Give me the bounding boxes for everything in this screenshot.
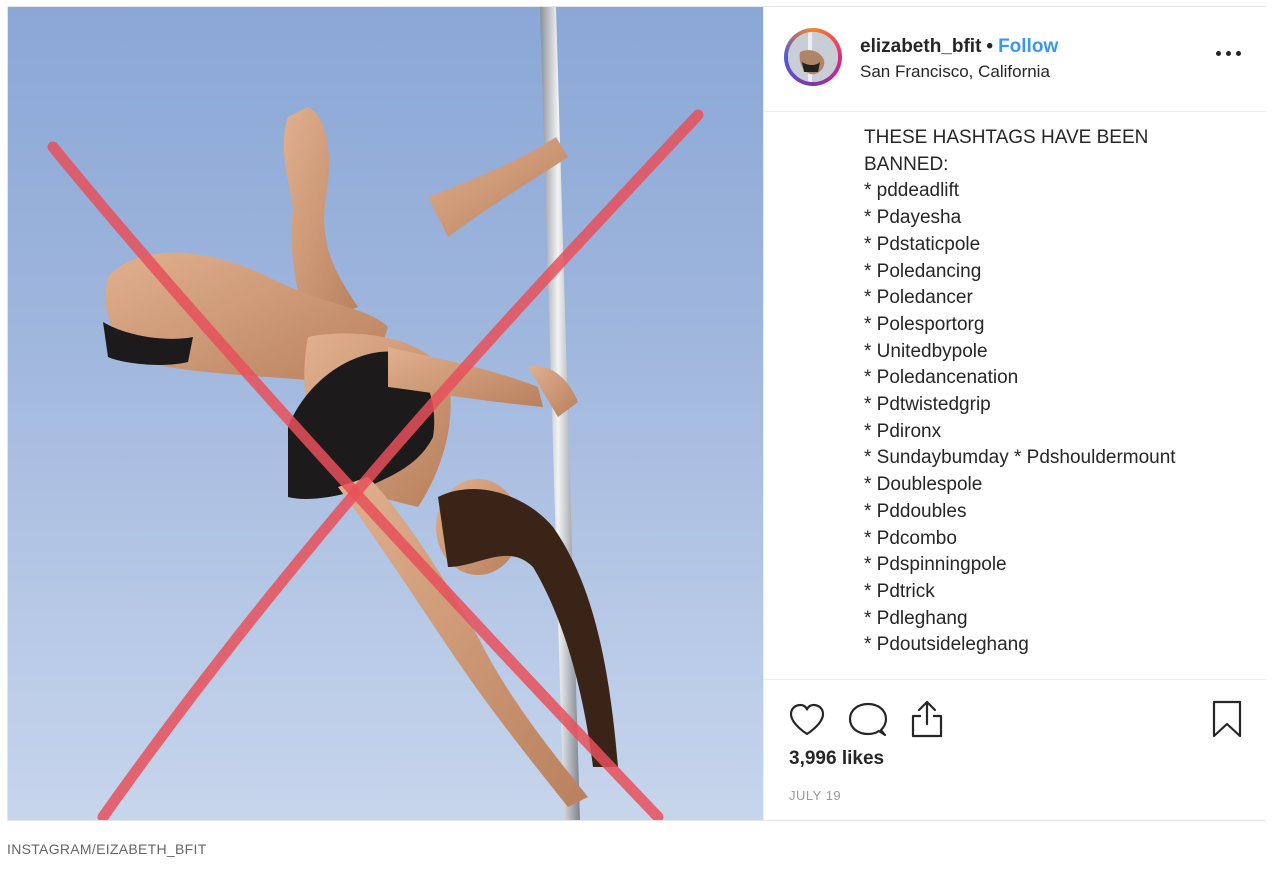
post-sidebar: elizabeth_bfit • Follow San Francisco, Cal…: [763, 7, 1266, 820]
username[interactable]: elizabeth_bfit: [860, 36, 981, 57]
comment-icon[interactable]: [848, 702, 888, 738]
caption-line: * Doublespole: [864, 474, 983, 496]
caption-line: * Poledancing: [864, 260, 982, 282]
separator-dot: •: [986, 36, 994, 57]
caption-line: * Pdcombo: [864, 527, 957, 549]
caption-line: * Poledancer: [864, 287, 973, 309]
photo-credit: INSTAGRAM/EIZABETH_BFIT: [7, 841, 207, 857]
instagram-post: elizabeth_bfit • Follow San Francisco, Cal…: [7, 6, 1266, 821]
post-caption: THESE HASHTAGS HAVE BEEN BANNED: * pddeadl…: [864, 125, 1254, 659]
caption-line: * Poledancenation: [864, 367, 1019, 389]
caption-line: * Pdspinningpole: [864, 554, 1007, 576]
post-header: elizabeth_bfit • Follow San Francisco, Cal…: [764, 7, 1266, 112]
avatar-story-ring[interactable]: [784, 28, 842, 86]
post-photo: [8, 7, 763, 820]
location[interactable]: San Francisco, California: [860, 62, 1050, 82]
post-date[interactable]: JULY 19: [789, 788, 841, 803]
caption-line: * Pdtrick: [864, 580, 935, 602]
caption-line: * Pdoutsideleghang: [864, 634, 1029, 656]
caption-line: * Sundaybumday * Pdshouldermount: [864, 447, 1176, 469]
avatar-icon: [788, 32, 838, 82]
post-user-line: elizabeth_bfit • Follow: [860, 36, 1058, 58]
caption-line: * Polesportorg: [864, 313, 985, 335]
caption-line: * Pdleghang: [864, 607, 968, 629]
heart-icon[interactable]: [788, 703, 826, 737]
caption-line: * Pdstaticpole: [864, 233, 981, 255]
more-options-icon[interactable]: [1214, 43, 1244, 63]
caption-line: * Unitedbypole: [864, 340, 988, 362]
likes-count[interactable]: 3,996 likes: [789, 748, 884, 770]
share-icon[interactable]: [909, 700, 945, 738]
post-actions: 3,996 likes JULY 19: [764, 679, 1266, 821]
caption-line: * Pdayesha: [864, 207, 962, 229]
caption-line: * Pddoubles: [864, 500, 967, 522]
caption-line: * Pdironx: [864, 420, 942, 442]
bookmark-icon[interactable]: [1212, 700, 1242, 738]
pole-dancer-image: [47, 7, 704, 820]
caption-line: THESE HASHTAGS HAVE BEEN: [864, 127, 1149, 148]
caption-line: BANNED:: [864, 153, 949, 175]
caption-line: * pddeadlift: [864, 180, 960, 202]
caption-line: * Pdtwistedgrip: [864, 394, 991, 416]
follow-button[interactable]: Follow: [998, 36, 1058, 57]
avatar[interactable]: [788, 32, 838, 82]
